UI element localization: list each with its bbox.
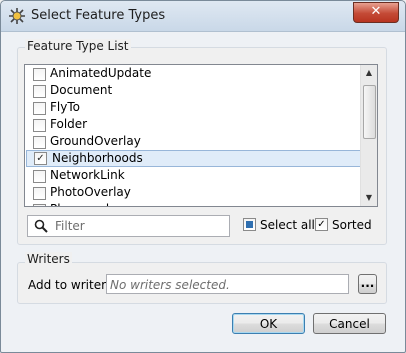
scroll-thumb[interactable] <box>363 85 376 139</box>
cancel-button[interactable]: Cancel <box>313 313 386 334</box>
dialog-title: Select Feature Types <box>31 8 166 23</box>
feature-type-checkbox[interactable]: ✓ <box>34 152 47 165</box>
search-icon <box>34 219 48 233</box>
feature-type-item[interactable]: GroundOverlay <box>25 133 377 150</box>
scroll-up-button[interactable]: ▲ <box>361 65 377 81</box>
feature-type-checkbox[interactable] <box>33 102 46 115</box>
feature-type-item[interactable]: AnimatedUpdate <box>25 65 377 82</box>
feature-type-list[interactable]: AnimatedUpdate Document FlyTo Folder GroundO… <box>24 64 378 207</box>
feature-type-label: Folder <box>50 117 88 131</box>
filter-field[interactable] <box>27 215 230 237</box>
scroll-down-button[interactable]: ▼ <box>361 190 377 206</box>
feature-type-item[interactable]: Document <box>25 82 377 99</box>
feature-type-checkbox[interactable] <box>33 204 46 206</box>
feature-type-label: Document <box>50 83 113 97</box>
feature-type-label: GroundOverlay <box>50 134 141 148</box>
feature-type-checkbox[interactable] <box>33 85 46 98</box>
feature-type-item[interactable]: ✓ Neighborhoods <box>26 150 361 167</box>
ok-button[interactable]: OK <box>232 313 305 334</box>
writers-field[interactable]: No writers selected. <box>106 274 349 294</box>
select-all-label[interactable]: Select all <box>260 218 315 232</box>
feature-type-checkbox[interactable] <box>33 68 46 81</box>
fme-app-icon <box>9 8 25 24</box>
feature-type-label: AnimatedUpdate <box>50 66 152 80</box>
close-button[interactable]: ✕ <box>353 2 399 23</box>
writers-group-label: Writers <box>25 252 72 266</box>
feature-type-label: Placemark <box>50 202 113 206</box>
title-bar[interactable]: Select Feature Types ✕ <box>1 1 405 32</box>
feature-type-checkbox[interactable] <box>33 187 46 200</box>
browse-writers-button[interactable]: ... <box>358 274 377 294</box>
feature-type-label: NetworkLink <box>50 168 125 182</box>
feature-type-checkbox[interactable] <box>33 136 46 149</box>
feature-type-label: Neighborhoods <box>52 151 143 165</box>
indeterminate-mark <box>246 221 253 228</box>
select-all-checkbox[interactable] <box>243 218 256 231</box>
close-icon: ✕ <box>370 4 382 19</box>
feature-type-item[interactable]: FlyTo <box>25 99 377 116</box>
feature-type-item[interactable]: PhotoOverlay <box>25 184 377 201</box>
feature-type-item[interactable]: Folder <box>25 116 377 133</box>
sorted-label[interactable]: Sorted <box>332 218 372 232</box>
feature-type-checkbox[interactable] <box>33 119 46 132</box>
feature-type-label: PhotoOverlay <box>50 185 131 199</box>
add-to-writers-label: Add to writers: <box>28 278 117 292</box>
filter-input[interactable] <box>55 218 223 233</box>
list-scrollbar[interactable]: ▲ ▼ <box>360 65 377 206</box>
feature-type-item[interactable]: NetworkLink <box>25 167 377 184</box>
feature-type-group-label: Feature Type List <box>25 39 131 53</box>
sorted-checkbox[interactable]: ✓ <box>315 218 328 231</box>
feature-type-label: FlyTo <box>50 100 80 114</box>
feature-type-item[interactable]: Placemark <box>25 201 377 206</box>
feature-type-checkbox[interactable] <box>33 170 46 183</box>
